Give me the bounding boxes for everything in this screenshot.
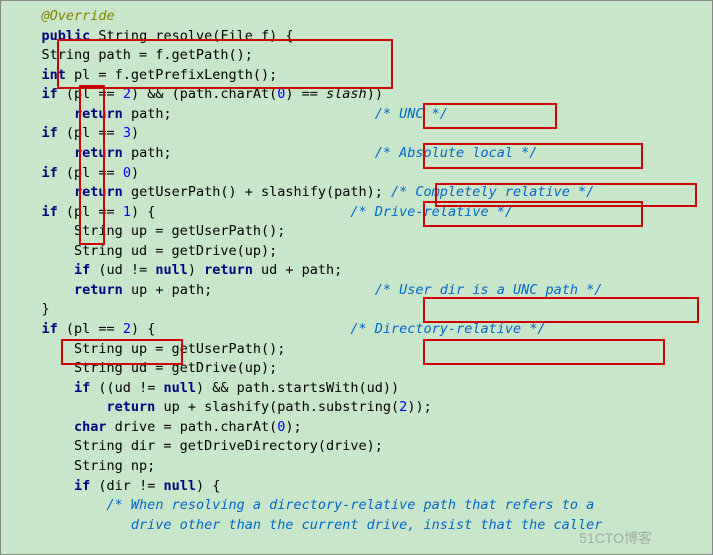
comment-unc: /* UNC */ (375, 106, 448, 122)
kw-if: if (74, 262, 90, 278)
field-slash: slash (326, 86, 367, 102)
watermark: 51CTO博客 (579, 528, 652, 548)
kw-if: if (42, 204, 58, 220)
kw-public: public (42, 28, 91, 44)
num-0: 0 (123, 165, 131, 181)
comment-userdirunc: /* User dir is a UNC path */ (375, 282, 603, 298)
kw-if: if (42, 125, 58, 141)
stmt-up2: String up = getUserPath(); (9, 341, 285, 357)
method-sig: String resolve(File f) { (90, 28, 293, 44)
kw-if: if (42, 165, 58, 181)
comment-block1: /* When resolving a directory-relative p… (107, 497, 595, 513)
kw-return: return (74, 184, 123, 200)
kw-return: return (74, 145, 123, 161)
stmt-dir: String dir = getDriveDirectory(drive); (9, 438, 383, 454)
stmt-np: String np; (9, 458, 155, 474)
kw-int: int (42, 67, 66, 83)
stmt-ud: String ud = getDrive(up); (9, 243, 277, 259)
num-1: 1 (123, 204, 131, 220)
stmt-path: String path = f.getPath(); (9, 47, 253, 63)
close-brace: } (9, 301, 50, 317)
kw-null: null (163, 478, 196, 494)
stmt-pl: pl = f.getPrefixLength(); (66, 67, 277, 83)
num-2: 2 (123, 321, 131, 337)
stmt-ud2: String ud = getDrive(up); (9, 360, 277, 376)
kw-if: if (42, 321, 58, 337)
kw-return: return (74, 106, 123, 122)
num-2: 2 (123, 86, 131, 102)
annotation: @Override (42, 8, 115, 24)
kw-char: char (74, 419, 107, 435)
kw-return: return (107, 399, 156, 415)
num-3: 3 (123, 125, 131, 141)
kw-return: return (204, 262, 253, 278)
kw-return: return (74, 282, 123, 298)
comment-driverel: /* Drive-relative */ (350, 204, 513, 220)
comment-dirrel: /* Directory-relative */ (350, 321, 545, 337)
comment-block2: drive other than the current drive, insi… (9, 517, 602, 533)
stmt-up: String up = getUserPath(); (9, 223, 285, 239)
comment-comprel: /* Completely relative */ (391, 184, 594, 200)
kw-null: null (163, 380, 196, 396)
kw-if: if (42, 86, 58, 102)
kw-if: if (74, 478, 90, 494)
kw-if: if (74, 380, 90, 396)
kw-null: null (155, 262, 188, 278)
comment-abslocal: /* Absolute local */ (375, 145, 538, 161)
